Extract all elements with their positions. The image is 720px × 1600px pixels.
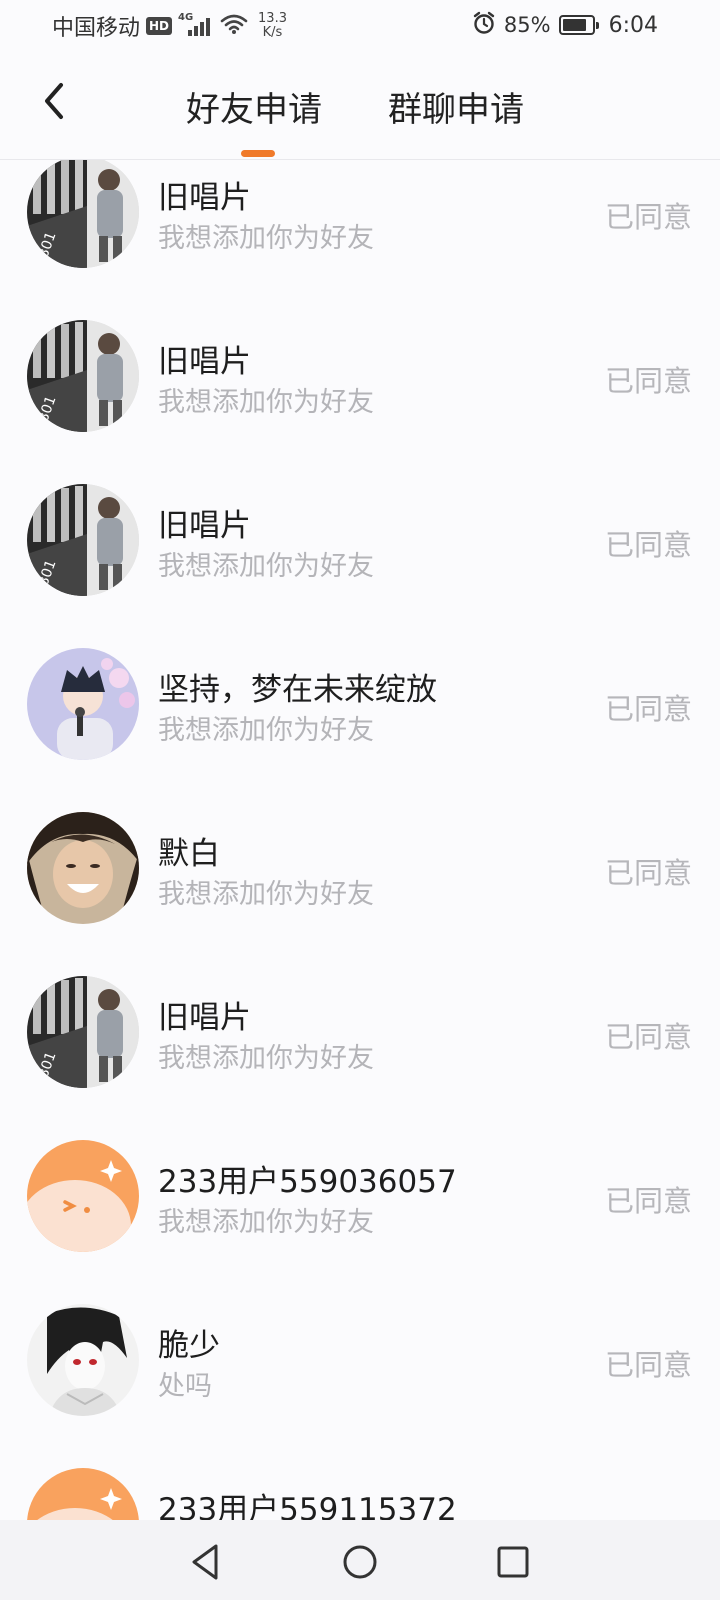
request-message: 我想添加你为好友 [158,223,374,254]
anime-avatar-boy-blossoms[interactable] [27,648,139,760]
request-row[interactable]: 233用户559115372 [0,1422,720,1520]
request-row[interactable]: 坚持，梦在未来绽放我想添加你为好友 已同意 [0,602,720,769]
request-message: 我想添加你为好友 [158,1207,374,1238]
tab-friend-requests[interactable]: 好友申请 [186,82,322,131]
request-status: 已同意 [604,692,692,726]
signal-icon: 4G [178,12,214,38]
tab-group-requests[interactable]: 群聊申请 [388,82,524,131]
request-message: 我想添加你为好友 [158,551,374,582]
speed-value: 13.3 [258,11,287,26]
home-circle-icon [343,1545,377,1579]
status-clock: 6:04 [608,12,658,38]
request-row[interactable]: 旧唱片我想添加你为好友 已同意 [0,930,720,1097]
request-row[interactable]: 脆少处吗 已同意 [0,1258,720,1425]
requester-name: 旧唱片 [158,344,251,380]
request-message: 我想添加你为好友 [158,715,374,746]
battery-icon [558,15,599,35]
status-bar: 中国移动 HD 4G 13.3 K/s 85% 6:04 [0,0,720,50]
carrier-name: 中国移动 [52,16,141,41]
request-row[interactable]: 旧唱片我想添加你为好友 已同意 [0,274,720,441]
default-orange-avatar[interactable] [27,1140,139,1252]
wifi-icon [220,13,248,39]
battery-percent: 85% [503,13,551,37]
requester-name: 坚持，梦在未来绽放 [158,672,437,708]
request-row[interactable]: 233用户559036057 我想添加你为好友 已同意 [0,1094,720,1261]
status-bar-left: 中国移动 HD 4G 13.3 K/s [52,10,287,42]
nav-home-button[interactable] [338,1540,382,1584]
request-row[interactable]: 旧唱片我想添加你为好友 已同意 [0,160,720,277]
nav-recent-button[interactable] [490,1540,534,1584]
anime-avatar-dark-hair[interactable] [27,1304,139,1416]
photo-avatar-smiling-person[interactable] [27,812,139,924]
photo-avatar-man-walking[interactable] [27,976,139,1088]
request-status: 已同意 [604,1020,692,1054]
requester-name: 233用户559036057 [158,1164,457,1200]
photo-avatar-man-walking[interactable] [27,484,139,596]
request-row[interactable]: 默白我想添加你为好友 已同意 [0,766,720,933]
request-message: 我想添加你为好友 [158,879,374,910]
hd-badge-icon: HD [146,17,173,35]
photo-avatar-man-walking[interactable] [27,320,139,432]
request-message: 我想添加你为好友 [158,387,374,418]
friend-request-list[interactable]: 旧唱片 我想添加你为好友 已同意 旧唱片 我想添加你为好友 已同意 旧唱片 我想添加你为好友已… [0,160,720,1520]
requester-name: 脆少 [158,1328,220,1364]
header: 好友申请 群聊申请 [0,50,720,160]
default-orange-avatar[interactable] [27,1468,139,1520]
speed-unit: K/s [262,25,283,40]
system-nav-bar [0,1520,720,1600]
back-button[interactable] [34,76,74,126]
request-status: 已同意 [604,200,692,234]
photo-avatar-man-walking[interactable] [27,160,139,268]
battery-level [562,19,587,31]
status-bar-right: 85% 6:04 [472,11,658,39]
requester-name: 默白 [158,836,220,872]
requester-name: 旧唱片 [158,180,251,216]
request-row[interactable]: 旧唱片我想添加你为好友 已同意 [0,438,720,605]
request-status: 已同意 [604,1348,692,1382]
back-triangle-icon [192,1544,218,1580]
chevron-left-icon [45,83,63,119]
requester-name: 旧唱片 [158,1000,251,1036]
active-tab-indicator [241,150,275,157]
request-status: 已同意 [604,856,692,890]
request-status: 已同意 [604,364,692,398]
request-status: 已同意 [604,528,692,562]
network-speed: 13.3 K/s [258,12,287,40]
requester-name: 旧唱片 [158,508,251,544]
request-status: 已同意 [604,1184,692,1218]
nav-back-button[interactable] [184,1540,228,1584]
request-message: 我想添加你为好友 [158,1043,374,1074]
recent-square-icon [497,1546,529,1578]
request-message: 处吗 [158,1371,212,1402]
requester-name: 233用户559115372 [158,1492,457,1520]
alarm-icon [472,11,496,39]
